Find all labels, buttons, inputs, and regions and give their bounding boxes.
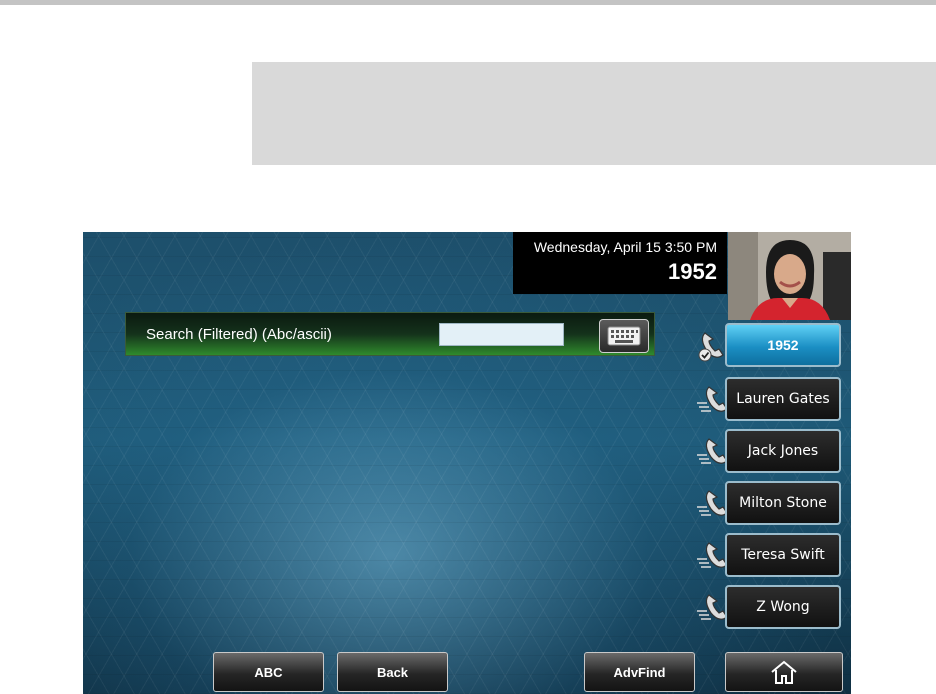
- speed-dial-key[interactable]: Z Wong: [725, 585, 841, 629]
- line-row-1952: 1952: [695, 323, 843, 369]
- line-row-speed-dial: Lauren Gates: [695, 377, 843, 423]
- speed-dial-key[interactable]: Jack Jones: [725, 429, 841, 473]
- registered-line-number: 1952: [668, 259, 717, 284]
- speed-dial-key[interactable]: Lauren Gates: [725, 377, 841, 421]
- search-input[interactable]: [439, 323, 564, 346]
- handset-speed-dial-icon: [697, 490, 728, 516]
- contact-photo: [728, 232, 851, 320]
- keyboard-icon: [607, 326, 641, 346]
- search-bar: Search (Filtered) (Abc/ascii): [125, 312, 655, 356]
- speed-dial-key[interactable]: Teresa Swift: [725, 533, 841, 577]
- handset-speed-dial-icon: [697, 438, 728, 464]
- abc-softkey[interactable]: ABC: [213, 652, 324, 692]
- handset-speed-dial-icon: [697, 594, 728, 620]
- handset-checked-icon: [698, 332, 724, 362]
- back-softkey[interactable]: Back: [337, 652, 448, 692]
- document-header-bar: [0, 0, 936, 5]
- home-icon: [771, 660, 797, 684]
- keyboard-button[interactable]: [599, 319, 649, 353]
- line-row-speed-dial: Jack Jones: [695, 429, 843, 475]
- advfind-softkey[interactable]: AdvFind: [584, 652, 695, 692]
- line-row-speed-dial: Z Wong: [695, 585, 843, 631]
- document-note-box: [252, 62, 936, 165]
- line-key-1952[interactable]: 1952: [725, 323, 841, 367]
- line-row-speed-dial: Teresa Swift: [695, 533, 843, 579]
- search-label: Search (Filtered) (Abc/ascii): [146, 326, 332, 343]
- speed-dial-key[interactable]: Milton Stone: [725, 481, 841, 525]
- handset-speed-dial-icon: [697, 386, 728, 412]
- handset-speed-dial-icon: [697, 542, 728, 568]
- line-row-speed-dial: Milton Stone: [695, 481, 843, 527]
- home-button[interactable]: [725, 652, 843, 692]
- status-bar: Wednesday, April 15 3:50 PM 1952: [513, 232, 727, 294]
- date-time: Wednesday, April 15 3:50 PM: [533, 239, 717, 255]
- phone-screen: Wednesday, April 15 3:50 PM 1952 Search …: [83, 232, 851, 694]
